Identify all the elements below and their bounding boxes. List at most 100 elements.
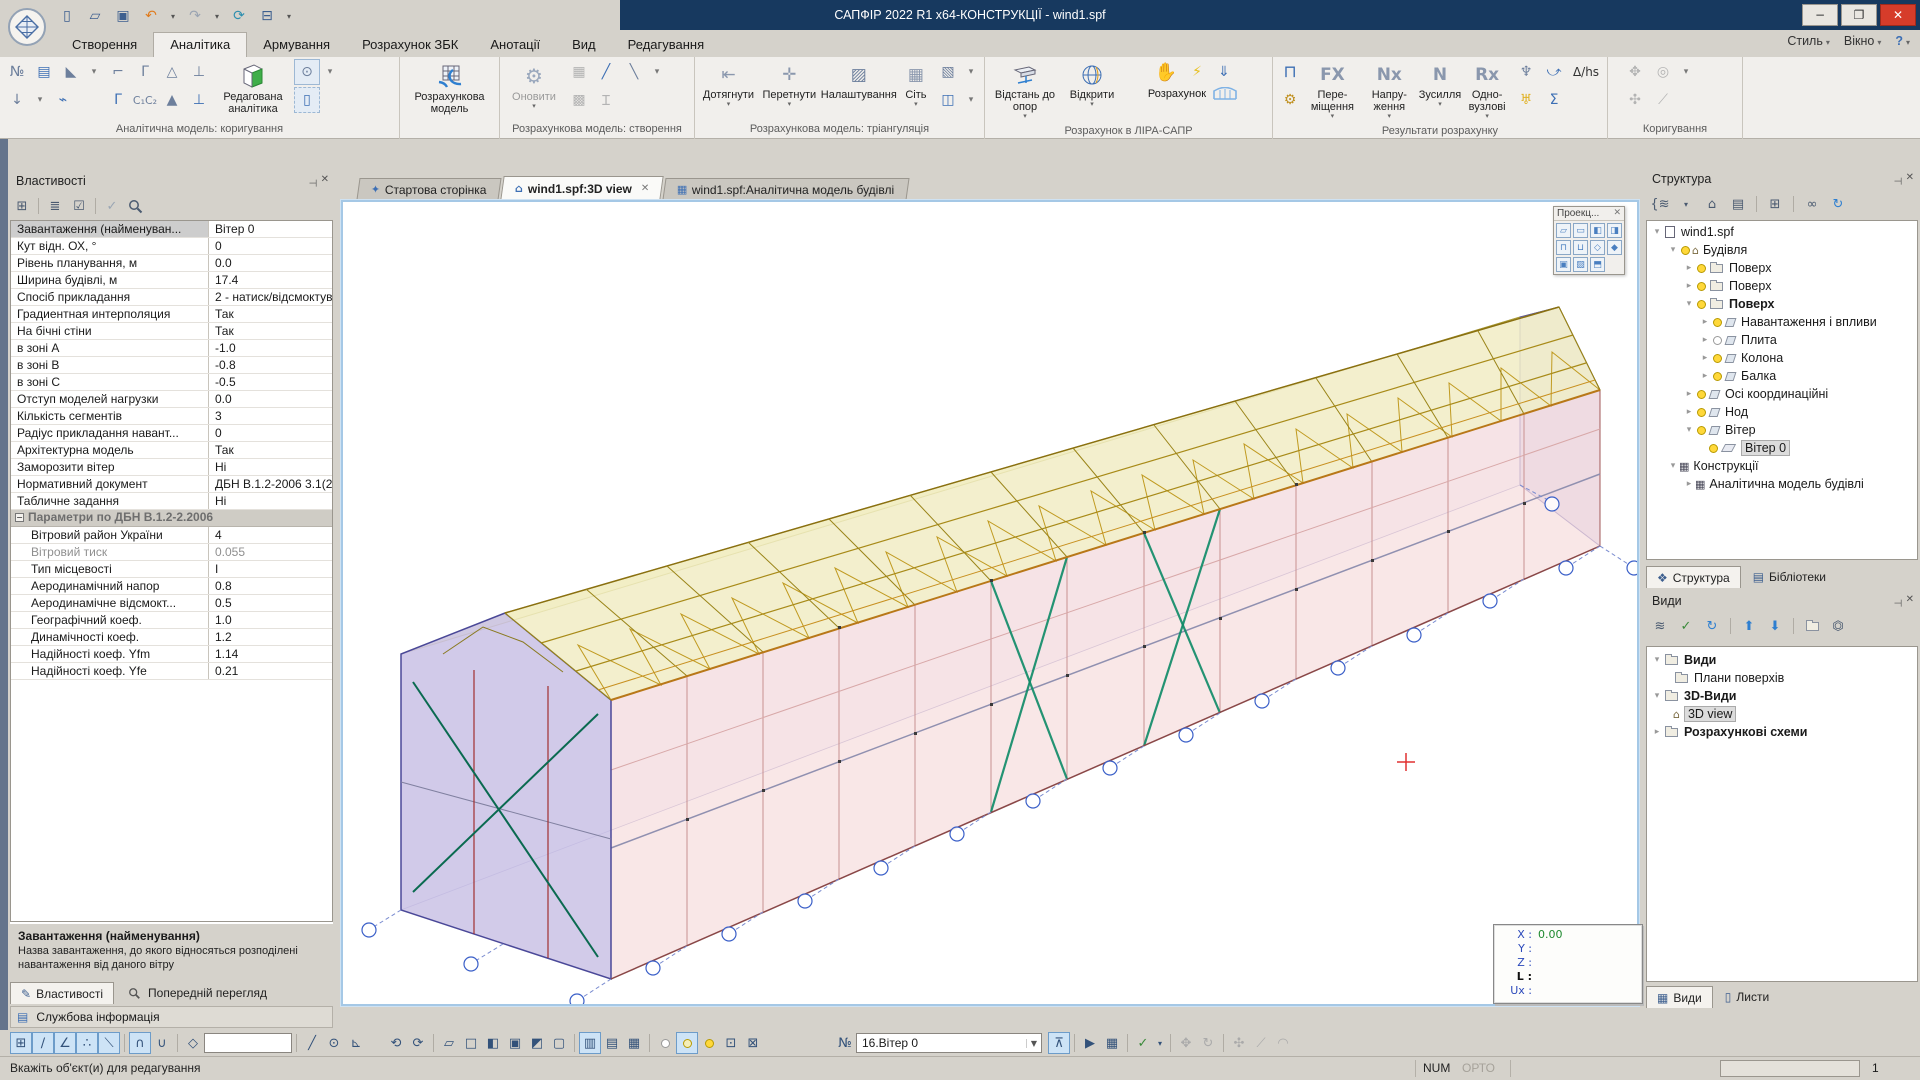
service-info-bar[interactable]: ▤ Службова інформація <box>10 1006 333 1028</box>
refresh-icon[interactable]: ↻ <box>1828 194 1848 214</box>
close-palette-icon[interactable]: ✕ <box>1613 208 1621 219</box>
tab-structure[interactable]: ❖ Структура <box>1646 566 1741 588</box>
close-panel-icon[interactable]: ✕ <box>1906 594 1914 612</box>
move-node-icon[interactable]: ✥ <box>1622 59 1648 85</box>
load-case-combo[interactable]: 16.Вітер 0 ▼ <box>856 1033 1042 1053</box>
retaining-wall-icon[interactable]: ◣ <box>58 59 84 85</box>
projection-3d-icon[interactable]: ⬒ <box>1590 257 1605 272</box>
tab-preview[interactable]: Попередній перегляд <box>116 982 277 1004</box>
edited-analytics-button[interactable]: Редагована аналітика <box>214 59 292 115</box>
property-value[interactable]: 1.0 <box>209 612 332 628</box>
apply-view-icon[interactable]: ✓ <box>1676 616 1696 636</box>
app-menu-button[interactable] <box>8 8 46 46</box>
tree-item-constructions[interactable]: ▾▦Конструкції <box>1647 457 1917 475</box>
tree-item-3d-view[interactable]: ⌂3D view <box>1647 705 1917 723</box>
trim-mesh-icon[interactable]: ▧ <box>935 59 961 85</box>
3d-viewport[interactable]: Проекц... ✕ ▱ ▭ ◧ ◨ ⊓ ⊔ ◇ ◆ ▣ ▨ ⬒ X :0.0… <box>341 200 1639 1006</box>
orbit-icon[interactable]: ↻ <box>1197 1032 1219 1054</box>
tree-item-beam[interactable]: ▸Балка <box>1647 367 1917 385</box>
tree-item-nodes[interactable]: ▸Нод <box>1647 403 1917 421</box>
property-value[interactable]: Ні <box>209 493 332 509</box>
visibility-bulb-icon[interactable] <box>1713 354 1722 363</box>
visibility-bulb-icon[interactable] <box>1697 426 1706 435</box>
help-menu[interactable]: ?▾ <box>1895 34 1910 48</box>
draw-line-icon[interactable]: ╱ <box>301 1032 323 1054</box>
copy-rotate-icon[interactable]: ◎ <box>1650 59 1676 85</box>
categorized-view-icon[interactable]: ⊞ <box>12 196 32 216</box>
close-panel-icon[interactable]: ✕ <box>1906 172 1914 190</box>
redo-result-icon[interactable]: ⤻ <box>1541 59 1567 85</box>
visibility-bulb-icon[interactable] <box>1713 372 1722 381</box>
property-value[interactable]: Так <box>209 306 332 322</box>
visibility-bulb-icon[interactable] <box>1713 336 1722 345</box>
snap-midpoint-icon[interactable]: ⟍ <box>98 1032 120 1054</box>
new-camera-icon[interactable]: ⏣ <box>1828 616 1848 636</box>
visibility-bulb-icon[interactable] <box>1697 264 1706 273</box>
visibility-bulb-icon[interactable] <box>1697 408 1706 417</box>
3d-model-canvas[interactable] <box>343 202 1637 1004</box>
sync-model-icon[interactable]: ⟳ <box>228 6 250 26</box>
projection-top-icon[interactable]: ⊓ <box>1556 240 1571 255</box>
projection-bottom-icon[interactable]: ⊔ <box>1573 240 1588 255</box>
tab-rozrakhunok-zbk[interactable]: Розрахунок ЗБК <box>346 33 474 57</box>
bulb-on-icon[interactable] <box>698 1032 720 1054</box>
open-file-icon[interactable]: ▱ <box>84 6 106 26</box>
property-value[interactable]: ДБН В.1.2-2006 3.1(2007) <box>209 476 332 492</box>
visibility-bulb-icon[interactable] <box>1697 282 1706 291</box>
fixed-support-icon[interactable]: ⊥ <box>186 59 212 85</box>
bulb-off-icon[interactable] <box>654 1032 676 1054</box>
apply-icon[interactable]: ✓ <box>102 196 122 216</box>
projection-left-icon[interactable]: ◧ <box>1590 223 1605 238</box>
tab-views[interactable]: ▦ Види <box>1646 986 1713 1008</box>
c1c2-bed-coefficients-icon[interactable]: C₁C₂ <box>132 87 158 113</box>
frame-settings-icon[interactable]: ▩ <box>566 87 592 113</box>
dropdown-arrow-icon[interactable]: ▾ <box>1154 1032 1166 1054</box>
rotate-x-icon[interactable]: ⟲ <box>385 1032 407 1054</box>
property-value[interactable]: Так <box>209 442 332 458</box>
property-value[interactable]: 17.4 <box>209 272 332 288</box>
displacements-button[interactable]: FX Пере- міщення▾ <box>1305 59 1360 121</box>
property-value[interactable]: 0.5 <box>209 595 332 611</box>
tree-item-loads[interactable]: ▸Навантаження і впливи <box>1647 313 1917 331</box>
calc-model-button[interactable]: Розрахункова модель <box>411 59 489 115</box>
dropdown-arrow-icon[interactable]: ▾ <box>85 59 103 85</box>
calculate-button[interactable]: Розрахунок <box>1148 88 1206 100</box>
save-icon[interactable]: ▣ <box>112 6 134 26</box>
close-panel-icon[interactable]: ✕ <box>321 174 329 192</box>
point-load-icon[interactable]: ↓ <box>4 87 30 113</box>
load-number-icon[interactable]: № <box>4 59 30 85</box>
binoculars-icon[interactable]: ∞ <box>1802 194 1822 214</box>
view-cube-left-icon[interactable]: ▱ <box>438 1032 460 1054</box>
redo-icon[interactable]: ↷ <box>184 6 206 26</box>
tree-item-slab[interactable]: ▸Плита <box>1647 331 1917 349</box>
column-head-hinge-icon[interactable]: ⌐ <box>105 59 131 85</box>
open-in-lira-button[interactable]: Відкрити▾ <box>1063 59 1121 109</box>
tab-libraries[interactable]: ▤ Бібліотеки <box>1743 566 1836 588</box>
loadcase-number-icon[interactable]: № <box>834 1032 856 1054</box>
visibility-bulb-icon[interactable] <box>1697 390 1706 399</box>
show-loads-bulb-icon[interactable]: ♆ <box>1513 59 1539 85</box>
tab-analitika[interactable]: Аналітика <box>153 32 247 57</box>
property-value[interactable]: Так <box>209 323 332 339</box>
magnet-screen-icon[interactable]: ∩ <box>129 1032 151 1054</box>
projection-section-icon[interactable]: ▨ <box>1573 257 1588 272</box>
measure-icon[interactable]: ⊟ <box>256 6 278 26</box>
property-value[interactable]: 4 <box>209 527 332 543</box>
dropdown-arrow-icon[interactable]: ▾ <box>962 87 980 113</box>
property-value[interactable]: 0 <box>209 238 332 254</box>
mesh-button[interactable]: ▦Сіть▾ <box>899 59 933 109</box>
search-icon[interactable] <box>128 199 143 214</box>
axis-mode-icon[interactable]: ⊙ <box>294 59 320 85</box>
new-folder-icon[interactable] <box>1802 616 1822 636</box>
property-value[interactable]: Вітер 0 <box>209 221 332 237</box>
spring-support-icon[interactable]: ⌁ <box>50 87 76 113</box>
tree-item-wind0[interactable]: Вітер 0 <box>1647 439 1917 457</box>
wall-mode-b-icon[interactable]: ▤ <box>601 1032 623 1054</box>
ortho-indicator[interactable]: ОРТО <box>1462 1061 1495 1075</box>
projection-right-icon[interactable]: ◨ <box>1607 223 1622 238</box>
panel-pair-icon[interactable]: ◫ <box>935 87 961 113</box>
add-model-icon[interactable]: ⊞ <box>1765 194 1785 214</box>
building-view-icon[interactable]: ⌂ <box>1702 194 1722 214</box>
hinged-support-icon[interactable]: ▲ <box>159 87 185 113</box>
tree-item-storey[interactable]: ▸Поверх <box>1647 259 1917 277</box>
